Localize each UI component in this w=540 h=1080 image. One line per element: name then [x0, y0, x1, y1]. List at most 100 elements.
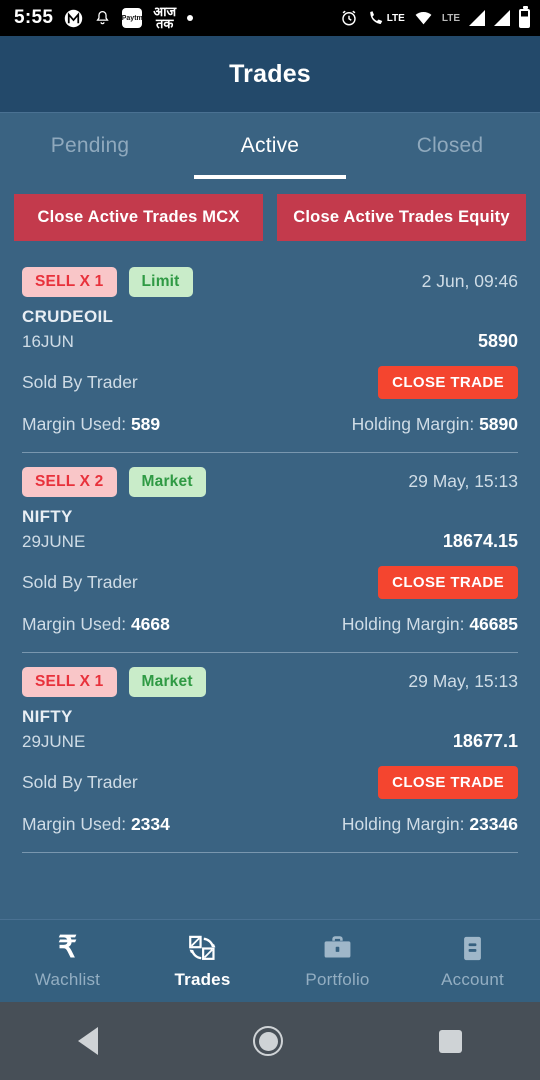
lte-label-2: LTE	[441, 12, 460, 24]
nav-label-trades: Trades	[174, 970, 231, 989]
trade-status: Sold By Trader	[22, 572, 138, 593]
id-card-icon	[457, 932, 488, 964]
symbol-name: NIFTY	[22, 506, 73, 526]
list-divider	[22, 651, 518, 653]
page-title: Trades	[229, 59, 311, 88]
holding-margin-label: Holding Margin:	[341, 813, 465, 834]
signal-bar-icon	[469, 10, 485, 26]
side-badge: SELL X 1	[22, 266, 117, 297]
home-icon[interactable]	[253, 1026, 284, 1056]
nav-item-watchlist[interactable]: ₹ Wachlist	[0, 920, 135, 1002]
trade-card-header: SELL X 2 Market 29 May, 15:13	[22, 466, 518, 497]
nav-label-account: Account	[441, 970, 504, 989]
status-bar-clock: 5:55	[14, 7, 54, 28]
trade-timestamp: 2 Jun, 09:46	[421, 271, 518, 292]
status-bar-right: LTE LTE	[340, 5, 530, 28]
battery-icon	[519, 5, 530, 28]
margin-used: Margin Used: 2334	[22, 814, 170, 835]
aaj-tak-app-icon: आज तक	[153, 5, 176, 31]
holding-margin-value: 23346	[469, 813, 518, 834]
trade-margin-row: Margin Used: 4668 Holding Margin: 46685	[22, 614, 518, 635]
trade-margin-row: Margin Used: 589 Holding Margin: 5890	[22, 414, 518, 435]
order-type-badge: Market	[128, 466, 206, 497]
symbol-name: NIFTY	[22, 706, 73, 726]
side-badge: SELL X 1	[22, 666, 117, 697]
nav-item-trades[interactable]: Trades	[135, 920, 270, 1002]
briefcase-icon	[322, 932, 353, 964]
exchange-icon	[187, 932, 218, 964]
symbol-expiry: 29JUNE	[22, 531, 86, 551]
call-lte-icon: LTE	[367, 9, 405, 27]
close-active-trades-equity-button[interactable]: Close Active Trades Equity	[277, 194, 526, 241]
tab-bar: Pending Active Closed	[0, 112, 540, 179]
close-active-trades-mcx-button[interactable]: Close Active Trades MCX	[14, 194, 263, 241]
trade-status-row: Sold By Trader CLOSE TRADE	[22, 766, 518, 800]
lte-label: LTE	[386, 12, 405, 24]
tab-pending-label: Pending	[50, 134, 130, 157]
tab-pending[interactable]: Pending	[0, 113, 180, 179]
holding-margin: Holding Margin: 5890	[352, 414, 518, 435]
status-bar-left: 5:55 Paytm आज तक	[14, 5, 340, 31]
trade-card[interactable]: SELL X 2 Market 29 May, 15:13 NIFTY 29JU…	[0, 453, 540, 635]
recents-icon[interactable]	[439, 1029, 463, 1053]
side-badge: SELL X 2	[22, 466, 117, 497]
margin-used-value: 589	[130, 413, 161, 434]
list-divider	[22, 851, 518, 853]
symbol-block: NIFTY 29JUNE	[22, 507, 85, 552]
order-type-badge: Limit	[128, 266, 193, 297]
margin-used-label: Margin Used:	[22, 813, 127, 834]
margin-used-label: Margin Used:	[22, 613, 127, 634]
tab-closed-label: Closed	[416, 134, 484, 157]
margin-used: Margin Used: 4668	[22, 614, 170, 635]
tab-active[interactable]: Active	[180, 113, 360, 179]
paytm-app-icon: Paytm	[122, 8, 143, 28]
trade-timestamp: 29 May, 15:13	[408, 671, 518, 692]
holding-margin-label: Holding Margin:	[351, 413, 475, 434]
list-divider	[22, 451, 518, 453]
close-trade-button[interactable]: CLOSE TRADE	[378, 766, 518, 800]
nav-item-portfolio[interactable]: Portfolio	[270, 920, 405, 1002]
trade-card[interactable]: SELL X 1 Market 29 May, 15:13 NIFTY 29JU…	[0, 653, 540, 835]
close-trade-button[interactable]: CLOSE TRADE	[378, 366, 518, 400]
trade-symbol-row: NIFTY 29JUNE 18677.1	[22, 707, 518, 752]
wifi-icon	[414, 10, 433, 26]
trade-status-row: Sold By Trader CLOSE TRADE	[22, 566, 518, 600]
trade-status: Sold By Trader	[22, 772, 138, 793]
close-trade-button[interactable]: CLOSE TRADE	[378, 566, 518, 600]
tab-active-label: Active	[240, 134, 300, 157]
bottom-navigation: ₹ Wachlist Trades Portfolio Account	[0, 919, 540, 1002]
margin-used-label: Margin Used:	[22, 413, 127, 434]
back-icon[interactable]	[77, 1027, 98, 1055]
android-navigation-bar	[0, 1002, 540, 1080]
nav-label-portfolio: Portfolio	[305, 970, 370, 989]
nav-label-watchlist: Wachlist	[34, 970, 101, 989]
status-bar: 5:55 Paytm आज तक LTE LTE	[0, 0, 540, 36]
alarm-icon	[340, 9, 358, 27]
symbol-expiry: 29JUNE	[22, 731, 86, 751]
trade-symbol-row: NIFTY 29JUNE 18674.15	[22, 507, 518, 552]
trades-list-container: Close Active Trades MCX Close Active Tra…	[0, 179, 540, 919]
trade-badges: SELL X 1 Market	[22, 666, 206, 697]
bell-icon	[94, 9, 111, 27]
trade-status: Sold By Trader	[22, 372, 138, 393]
trade-card[interactable]: SELL X 1 Limit 2 Jun, 09:46 CRUDEOIL 16J…	[0, 253, 540, 435]
margin-used: Margin Used: 589	[22, 414, 160, 435]
order-type-badge: Market	[128, 666, 206, 697]
symbol-block: NIFTY 29JUNE	[22, 707, 85, 752]
rupee-icon: ₹	[57, 931, 78, 964]
holding-margin: Holding Margin: 23346	[342, 814, 518, 835]
app-screen: 5:55 Paytm आज तक LTE LTE Trades Pending …	[0, 0, 540, 1080]
app-header: Trades	[0, 36, 540, 112]
symbol-name: CRUDEOIL	[22, 306, 114, 326]
nav-item-account[interactable]: Account	[405, 920, 540, 1002]
trade-price: 18677.1	[452, 730, 518, 751]
trade-badges: SELL X 2 Market	[22, 466, 206, 497]
trade-card-header: SELL X 1 Market 29 May, 15:13	[22, 666, 518, 697]
margin-used-value: 4668	[130, 613, 170, 634]
holding-margin-value: 5890	[479, 413, 518, 434]
maps-app-icon	[64, 9, 83, 28]
symbol-expiry: 16JUN	[22, 331, 74, 351]
tab-closed[interactable]: Closed	[360, 113, 540, 179]
trade-badges: SELL X 1 Limit	[22, 266, 193, 297]
trade-timestamp: 29 May, 15:13	[408, 471, 518, 492]
